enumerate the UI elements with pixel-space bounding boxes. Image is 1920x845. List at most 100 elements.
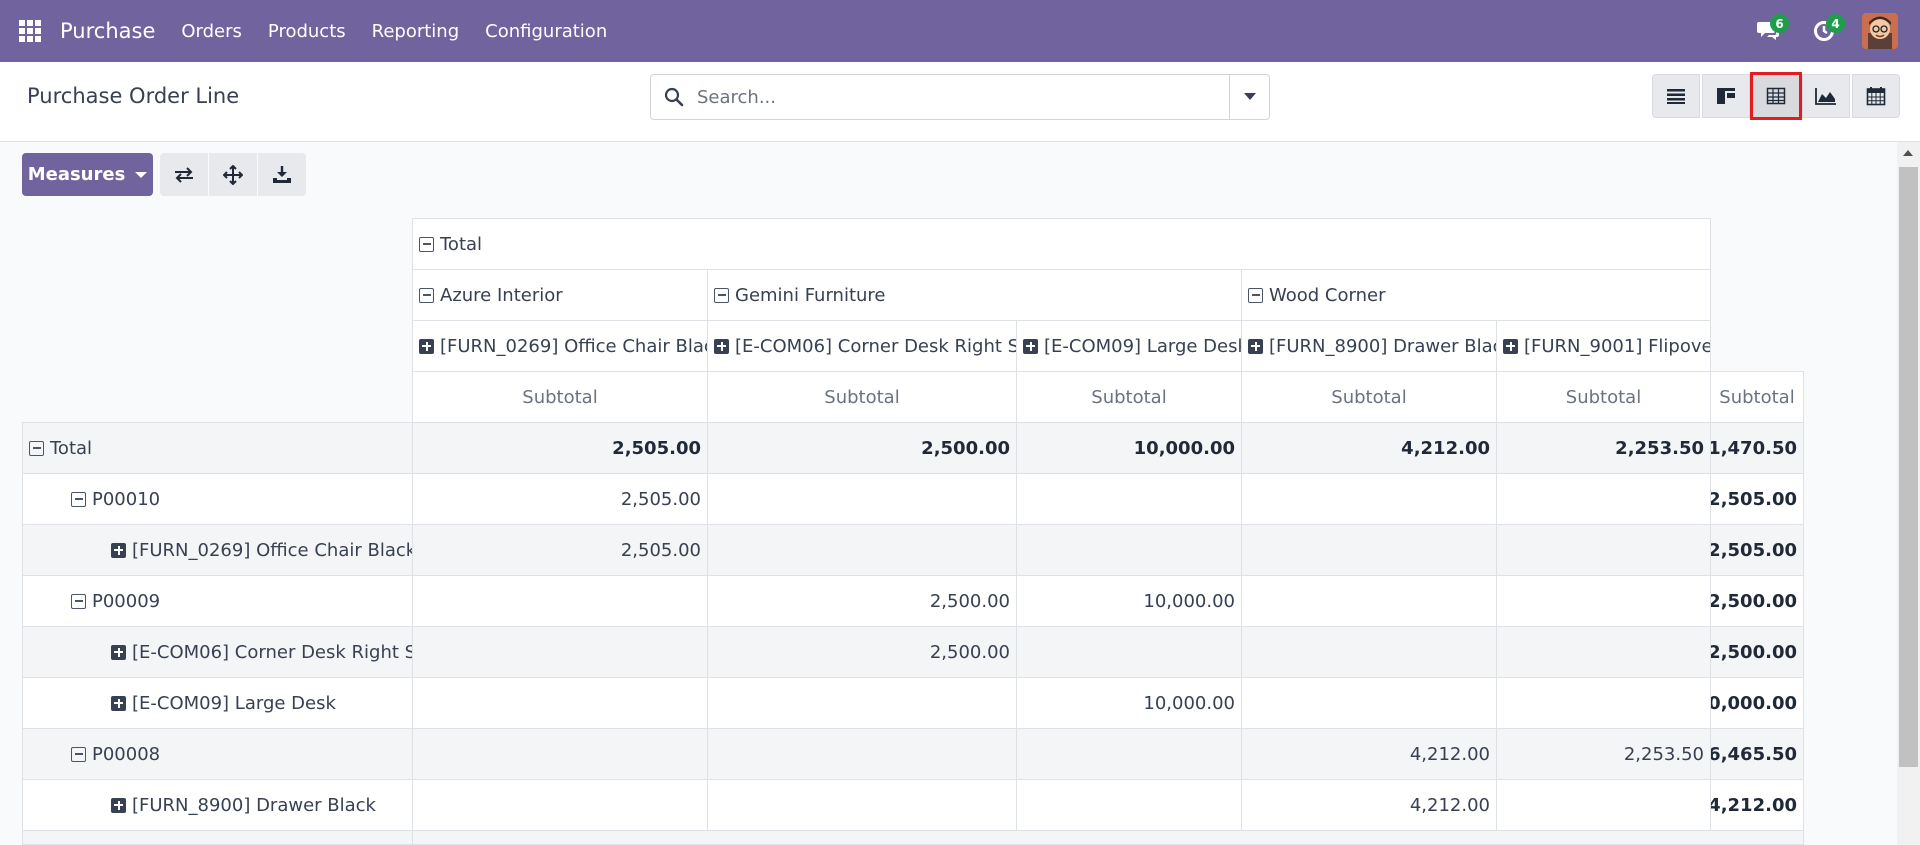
value-cell[interactable] <box>1241 677 1497 729</box>
value-cell[interactable]: 2,253.50 <box>1496 728 1711 780</box>
menu-reporting[interactable]: Reporting <box>372 21 460 42</box>
value-cell[interactable] <box>1016 524 1242 576</box>
value-cell[interactable] <box>1241 575 1497 627</box>
value-cell[interactable]: 4,212.00 <box>1241 779 1497 831</box>
value-cell[interactable]: 10,000.00 <box>1016 422 1242 474</box>
download-xlsx-button[interactable] <box>258 153 306 196</box>
value-cell[interactable] <box>707 473 1017 525</box>
value-cell[interactable]: 2,500.00 <box>707 422 1017 474</box>
value-cell[interactable] <box>707 779 1017 831</box>
flip-axis-button[interactable] <box>160 153 208 196</box>
col-header-product[interactable]: [FURN_8900] Drawer Black <box>1241 320 1497 372</box>
collapse-icon <box>419 287 434 303</box>
row-header-total[interactable]: Total <box>22 422 413 474</box>
value-cell[interactable]: 2,505.00 <box>412 422 708 474</box>
value-cell[interactable] <box>1016 779 1242 831</box>
list-view-button[interactable] <box>1652 74 1700 118</box>
value-cell[interactable]: 2,505.00 <box>412 524 708 576</box>
graph-view-button[interactable] <box>1802 74 1850 118</box>
value-cell[interactable] <box>1016 473 1242 525</box>
product-label: [FURN_8900] Drawer Black <box>1269 335 1497 357</box>
value-cell[interactable] <box>707 677 1017 729</box>
col-header-vendor[interactable]: Gemini Furniture <box>707 269 1242 321</box>
col-header-vendor[interactable]: Wood Corner <box>1241 269 1711 321</box>
search-icon[interactable] <box>651 75 697 119</box>
value-cell[interactable] <box>1241 524 1497 576</box>
value-cell[interactable] <box>1496 524 1711 576</box>
row-total-cell[interactable]: 21,470.50 <box>1710 422 1804 474</box>
expand-all-button[interactable] <box>209 153 257 196</box>
value-cell[interactable]: 4,212.00 <box>1241 728 1497 780</box>
value-cell[interactable] <box>707 728 1017 780</box>
activities-systray[interactable]: 4 <box>1796 0 1852 62</box>
value-cell[interactable]: 2,505.00 <box>412 473 708 525</box>
value-cell[interactable]: 10,000.00 <box>1016 575 1242 627</box>
apps-menu-icon[interactable] <box>0 0 60 62</box>
row-header-order[interactable]: P00009 <box>22 575 413 627</box>
value-cell[interactable] <box>1496 779 1711 831</box>
col-header-product[interactable]: [FURN_0269] Office Chair Black <box>412 320 708 372</box>
search-options-toggle[interactable] <box>1229 75 1269 119</box>
value-cell[interactable] <box>1241 626 1497 678</box>
col-header-product[interactable]: [E-COM06] Corner Desk Right Sit <box>707 320 1017 372</box>
row-total-cell[interactable]: 4,212.00 <box>1710 779 1804 831</box>
row-header-order[interactable]: P00008 <box>22 728 413 780</box>
value-cell[interactable]: 2,500.00 <box>707 575 1017 627</box>
row-total-cell[interactable]: 2,505.00 <box>1710 473 1804 525</box>
value-cell[interactable]: 10,000.00 <box>1016 677 1242 729</box>
menu-configuration[interactable]: Configuration <box>485 21 607 42</box>
row-total-cell[interactable]: 2,505.00 <box>1710 524 1804 576</box>
collapse-icon <box>419 236 434 252</box>
row-header-order[interactable]: P00010 <box>22 473 413 525</box>
value-cell[interactable] <box>1496 626 1711 678</box>
measure-header-total: Subtotal <box>1710 371 1804 423</box>
kanban-view-icon <box>1717 88 1735 104</box>
menu-products[interactable]: Products <box>268 21 346 42</box>
col-header-product[interactable]: [FURN_9001] Flipover <box>1496 320 1711 372</box>
value-cell[interactable]: 2,253.50 <box>1496 422 1711 474</box>
col-header-vendor[interactable]: Azure Interior <box>412 269 708 321</box>
caret-down-icon <box>135 171 148 178</box>
value-cell[interactable] <box>707 524 1017 576</box>
value-cell[interactable] <box>1016 626 1242 678</box>
measures-dropdown-button[interactable]: Measures <box>22 153 153 196</box>
row-header-product[interactable]: [E-COM09] Large Desk <box>22 677 413 729</box>
value-cell[interactable] <box>1241 473 1497 525</box>
pivot-tools <box>160 153 307 196</box>
scrollbar-thumb[interactable] <box>1899 167 1918 767</box>
row-total-cell[interactable]: 12,500.00 <box>1710 575 1804 627</box>
value-cell[interactable]: 2,500.00 <box>707 626 1017 678</box>
value-cell[interactable]: 4,212.00 <box>1241 422 1497 474</box>
pivot-view-button[interactable] <box>1750 72 1802 120</box>
value-cell[interactable] <box>412 779 708 831</box>
col-header-total[interactable]: Total <box>412 218 1711 270</box>
expand-icon <box>1503 338 1518 354</box>
row-header-product[interactable]: [FURN_0269] Office Chair Black <box>22 524 413 576</box>
value-cell[interactable] <box>412 728 708 780</box>
value-cell[interactable] <box>1016 728 1242 780</box>
messages-systray[interactable]: 6 <box>1740 0 1796 62</box>
col-header-label: Total <box>440 233 483 255</box>
value-cell[interactable] <box>1496 575 1711 627</box>
row-total-cell[interactable]: 6,465.50 <box>1710 728 1804 780</box>
col-header-product[interactable]: [E-COM09] Large Desk <box>1016 320 1242 372</box>
kanban-view-button[interactable] <box>1702 74 1750 118</box>
row-header-product[interactable]: [FURN_8900] Drawer Black <box>22 779 413 831</box>
row-total-cell[interactable]: 10,000.00 <box>1710 677 1804 729</box>
search-input[interactable] <box>697 75 1229 119</box>
vertical-scrollbar[interactable] <box>1897 142 1920 845</box>
calendar-view-button[interactable] <box>1852 74 1900 118</box>
menu-orders[interactable]: Orders <box>181 21 242 42</box>
graph-view-icon <box>1815 88 1836 105</box>
row-label: P00010 <box>92 488 161 510</box>
user-avatar[interactable] <box>1862 13 1898 49</box>
value-cell[interactable] <box>1496 473 1711 525</box>
row-header-product[interactable]: [E-COM06] Corner Desk Right Sit <box>22 626 413 678</box>
app-brand[interactable]: Purchase <box>60 19 155 43</box>
value-cell[interactable] <box>412 575 708 627</box>
row-total-cell[interactable]: 2,500.00 <box>1710 626 1804 678</box>
value-cell[interactable] <box>1496 677 1711 729</box>
value-cell[interactable] <box>412 677 708 729</box>
scroll-up-icon[interactable] <box>1903 150 1913 156</box>
value-cell[interactable] <box>412 626 708 678</box>
